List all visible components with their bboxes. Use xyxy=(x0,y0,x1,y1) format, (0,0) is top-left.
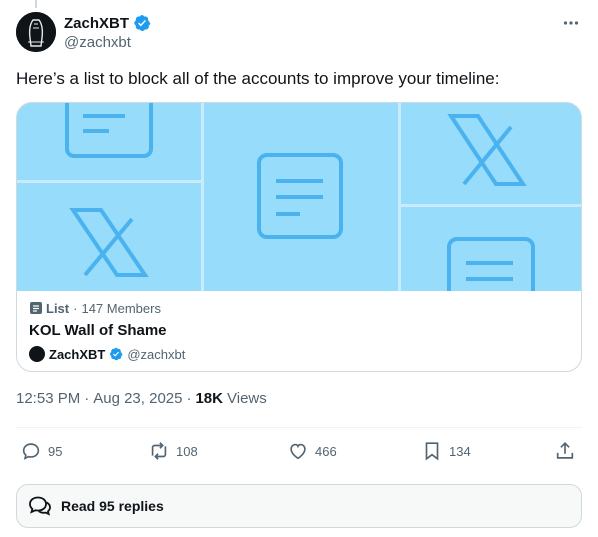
list-member-count: 147 Members xyxy=(81,300,161,316)
bookmark-count: 134 xyxy=(449,443,471,459)
bookmark-button[interactable]: 134 xyxy=(421,440,471,462)
action-bar: 95 108 466 134 xyxy=(16,440,582,464)
tweet-time[interactable]: 12:53 PM xyxy=(16,390,80,407)
reply-icon xyxy=(22,443,40,460)
author-display-name[interactable]: ZachXBT xyxy=(64,15,129,32)
views-count: 18K xyxy=(195,390,223,407)
owner-handle: @zachxbt xyxy=(127,346,186,362)
thread-connector-line xyxy=(35,0,37,8)
list-owner: ZachXBT @zachxbt xyxy=(29,345,569,363)
more-icon[interactable] xyxy=(560,12,582,34)
chat-bubbles-icon xyxy=(29,496,51,516)
verified-icon xyxy=(134,14,151,32)
divider xyxy=(16,427,582,428)
tweet-header: ZachXBT @zachxbt xyxy=(16,12,582,56)
share-button[interactable] xyxy=(554,440,576,462)
like-button[interactable]: 466 xyxy=(287,440,337,462)
list-card-info: List · 147 Members KOL Wall of Shame Zac… xyxy=(29,299,569,363)
like-icon xyxy=(290,443,306,460)
repost-icon xyxy=(151,442,167,460)
separator-dot: · xyxy=(73,300,78,316)
list-meta: List · 147 Members xyxy=(29,299,569,317)
list-icon xyxy=(30,302,42,314)
share-icon xyxy=(556,442,574,459)
views-label: Views xyxy=(227,390,267,407)
list-card-banner xyxy=(17,103,581,291)
list-card[interactable]: List · 147 Members KOL Wall of Shame Zac… xyxy=(16,102,582,372)
tweet-date[interactable]: Aug 23, 2025 xyxy=(93,390,182,407)
verified-icon xyxy=(110,347,123,361)
separator-dot: · xyxy=(186,390,192,407)
list-title: KOL Wall of Shame xyxy=(29,322,167,339)
author-info: ZachXBT @zachxbt xyxy=(64,13,151,51)
reply-count: 95 xyxy=(48,443,63,459)
author-handle[interactable]: @zachxbt xyxy=(64,34,151,51)
owner-avatar xyxy=(29,346,45,362)
like-count: 466 xyxy=(315,443,337,459)
tweet-timestamp: 12:53 PM · Aug 23, 2025 · 18K Views xyxy=(16,390,267,407)
read-replies-button[interactable]: Read 95 replies xyxy=(16,484,582,528)
read-replies-label: Read 95 replies xyxy=(61,498,164,514)
repost-button[interactable]: 108 xyxy=(148,440,198,462)
avatar[interactable] xyxy=(16,12,56,52)
repost-count: 108 xyxy=(176,443,198,459)
owner-display-name: ZachXBT xyxy=(49,346,106,362)
tweet-text: Here’s a list to block all of the accoun… xyxy=(16,69,500,88)
bookmark-icon xyxy=(425,442,439,461)
list-kind-label: List xyxy=(46,300,70,316)
reply-button[interactable]: 95 xyxy=(20,440,62,462)
separator-dot: · xyxy=(84,390,90,407)
